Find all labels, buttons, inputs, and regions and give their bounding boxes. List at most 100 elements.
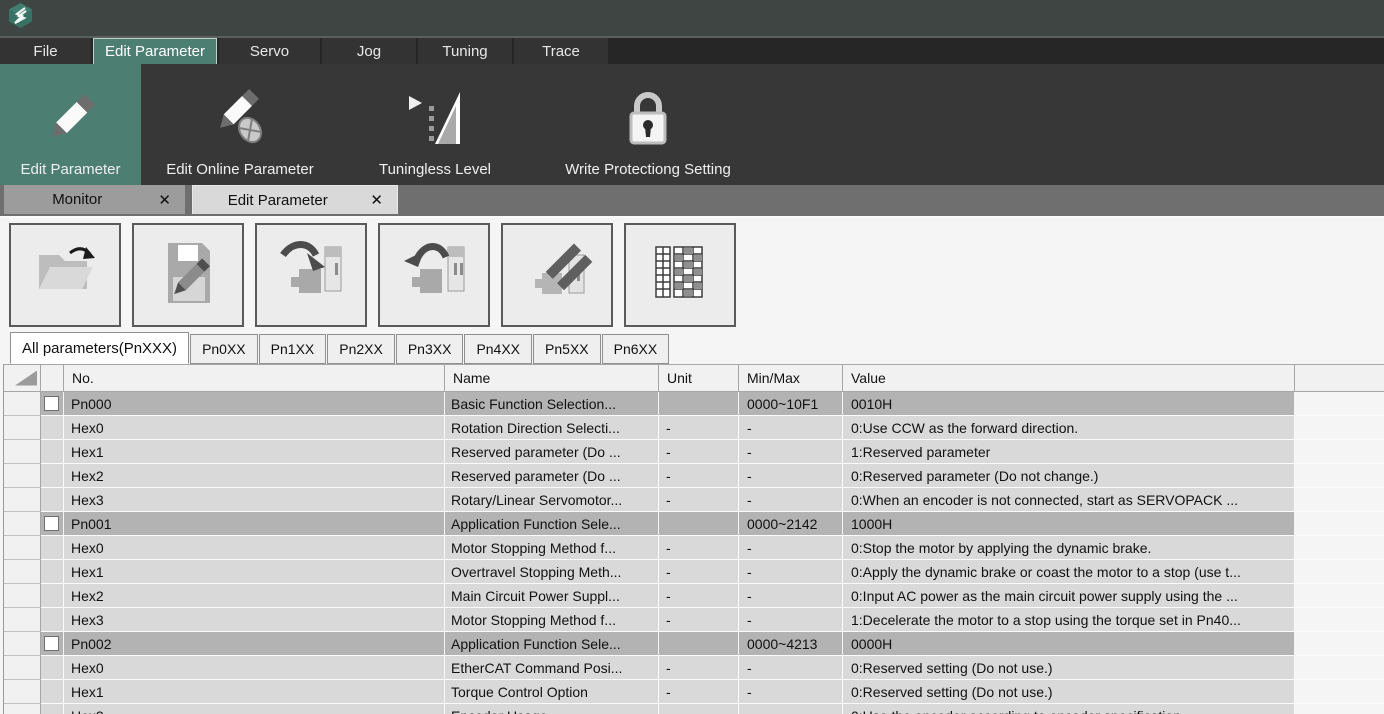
row-header-cell[interactable] (4, 536, 41, 560)
row-minmax-cell[interactable]: - (739, 608, 843, 631)
row-name-cell[interactable]: Motor Stopping Method f... (445, 536, 659, 559)
row-name-cell[interactable]: Rotary/Linear Servomotor... (445, 488, 659, 511)
column-header-unit[interactable]: Unit (659, 365, 739, 391)
row-unit-cell[interactable]: - (659, 488, 739, 511)
row-no-cell[interactable]: Hex1 (64, 680, 445, 703)
row-checkbox[interactable] (44, 516, 59, 531)
row-no-cell[interactable]: Hex0 (64, 416, 445, 439)
row-value-cell[interactable]: 1:Decelerate the motor to a stop using t… (843, 608, 1295, 631)
row-unit-cell[interactable]: - (659, 440, 739, 463)
row-minmax-cell[interactable]: - (739, 488, 843, 511)
row-unit-cell[interactable]: - (659, 656, 739, 679)
table-row[interactable]: Hex3Motor Stopping Method f...--1:Decele… (4, 608, 1384, 632)
row-value-cell[interactable]: 1000H (843, 512, 1295, 535)
table-row[interactable]: Hex2Encoder Usage--0:Use the encoder acc… (4, 704, 1384, 714)
row-no-cell[interactable]: Hex1 (64, 560, 445, 583)
ptab-pn4xx[interactable]: Pn4XX (464, 334, 532, 364)
row-unit-cell[interactable]: - (659, 680, 739, 703)
row-no-cell[interactable]: Pn002 (64, 632, 445, 655)
ptab-all-parameters[interactable]: All parameters(PnXXX) (10, 332, 189, 364)
row-name-cell[interactable]: Reserved parameter (Do ... (445, 464, 659, 487)
row-unit-cell[interactable] (659, 632, 739, 655)
row-unit-cell[interactable] (659, 512, 739, 535)
read-from-servopack-button[interactable] (378, 223, 490, 327)
row-value-cell[interactable]: 0:Use CCW as the forward direction. (843, 416, 1295, 439)
table-row[interactable]: Hex1Reserved parameter (Do ...--1:Reserv… (4, 440, 1384, 464)
row-header-cell[interactable] (4, 488, 41, 512)
row-no-cell[interactable]: Hex2 (64, 584, 445, 607)
ptab-pn1xx[interactable]: Pn1XX (259, 334, 327, 364)
row-header-cell[interactable] (4, 416, 41, 440)
menu-tuning[interactable]: Tuning (418, 38, 512, 64)
write-to-servopack-button[interactable] (255, 223, 367, 327)
row-minmax-cell[interactable]: - (739, 584, 843, 607)
row-minmax-cell[interactable]: - (739, 416, 843, 439)
row-no-cell[interactable]: Hex0 (64, 536, 445, 559)
row-minmax-cell[interactable]: - (739, 464, 843, 487)
ribbon-edit-online-parameter-button[interactable]: Edit Online Parameter (141, 64, 339, 185)
row-name-cell[interactable]: Basic Function Selection... (445, 392, 659, 415)
row-name-cell[interactable]: Encoder Usage (445, 704, 659, 714)
table-row[interactable]: Hex0Motor Stopping Method f...--0:Stop t… (4, 536, 1384, 560)
row-minmax-cell[interactable]: - (739, 680, 843, 703)
row-header-cell[interactable] (4, 440, 41, 464)
ptab-pn2xx[interactable]: Pn2XX (327, 334, 395, 364)
row-no-cell[interactable]: Hex0 (64, 656, 445, 679)
table-row[interactable]: Hex2Main Circuit Power Suppl...--0:Input… (4, 584, 1384, 608)
menu-servo[interactable]: Servo (219, 38, 320, 64)
row-name-cell[interactable]: Motor Stopping Method f... (445, 608, 659, 631)
row-value-cell[interactable]: 0000H (843, 632, 1295, 655)
menu-trace[interactable]: Trace (514, 38, 608, 64)
row-value-cell[interactable]: 0:Apply the dynamic brake or coast the m… (843, 560, 1295, 583)
tab-monitor[interactable]: Monitor ✕ (4, 185, 185, 214)
row-minmax-cell[interactable]: 0000~10F1 (739, 392, 843, 415)
row-name-cell[interactable]: Rotation Direction Selecti... (445, 416, 659, 439)
ribbon-edit-parameter-button[interactable]: Edit Parameter (0, 64, 141, 185)
row-header-cell[interactable] (4, 584, 41, 608)
row-value-cell[interactable]: 0010H (843, 392, 1295, 415)
table-row[interactable]: Pn002Application Function Sele...0000~42… (4, 632, 1384, 656)
row-minmax-cell[interactable]: - (739, 560, 843, 583)
row-no-cell[interactable]: Pn000 (64, 392, 445, 415)
tab-edit-parameter[interactable]: Edit Parameter ✕ (192, 185, 398, 214)
row-unit-cell[interactable]: - (659, 464, 739, 487)
row-value-cell[interactable]: 0:Use the encoder according to encoder s… (843, 704, 1295, 714)
row-unit-cell[interactable]: - (659, 536, 739, 559)
row-header-cell[interactable] (4, 464, 41, 488)
table-row[interactable]: Hex1Overtravel Stopping Meth...--0:Apply… (4, 560, 1384, 584)
row-unit-cell[interactable]: - (659, 608, 739, 631)
row-value-cell[interactable]: 0:When an encoder is not connected, star… (843, 488, 1295, 511)
row-header-cell[interactable] (4, 392, 41, 416)
row-header-cell[interactable] (4, 680, 41, 704)
row-name-cell[interactable]: Torque Control Option (445, 680, 659, 703)
row-unit-cell[interactable]: - (659, 560, 739, 583)
column-header-name[interactable]: Name (445, 365, 659, 391)
row-no-cell[interactable]: Hex1 (64, 440, 445, 463)
row-name-cell[interactable]: Application Function Sele... (445, 632, 659, 655)
row-checkbox[interactable] (44, 636, 59, 651)
row-name-cell[interactable]: EtherCAT Command Posi... (445, 656, 659, 679)
row-no-cell[interactable]: Hex2 (64, 704, 445, 714)
open-parameter-file-button[interactable] (9, 223, 121, 327)
row-name-cell[interactable]: Main Circuit Power Suppl... (445, 584, 659, 607)
ptab-pn6xx[interactable]: Pn6XX (602, 334, 670, 364)
row-unit-cell[interactable] (659, 392, 739, 415)
row-minmax-cell[interactable]: - (739, 704, 843, 714)
row-value-cell[interactable]: 0:Stop the motor by applying the dynamic… (843, 536, 1295, 559)
edit-compare-parameters-button[interactable] (501, 223, 613, 327)
ptab-pn0xx[interactable]: Pn0XX (190, 334, 258, 364)
select-all-cell[interactable] (4, 365, 41, 391)
row-value-cell[interactable]: 1:Reserved parameter (843, 440, 1295, 463)
row-minmax-cell[interactable]: - (739, 656, 843, 679)
column-header-minmax[interactable]: Min/Max (739, 365, 843, 391)
ribbon-tuningless-level-button[interactable]: Tuningless Level (339, 64, 531, 185)
row-name-cell[interactable]: Overtravel Stopping Meth... (445, 560, 659, 583)
row-header-cell[interactable] (4, 608, 41, 632)
row-name-cell[interactable]: Reserved parameter (Do ... (445, 440, 659, 463)
table-row[interactable]: Pn001Application Function Sele...0000~21… (4, 512, 1384, 536)
column-header-no[interactable]: No. (64, 365, 445, 391)
row-name-cell[interactable]: Application Function Sele... (445, 512, 659, 535)
row-no-cell[interactable]: Pn001 (64, 512, 445, 535)
table-row[interactable]: Hex2Reserved parameter (Do ...--0:Reserv… (4, 464, 1384, 488)
row-header-cell[interactable] (4, 656, 41, 680)
